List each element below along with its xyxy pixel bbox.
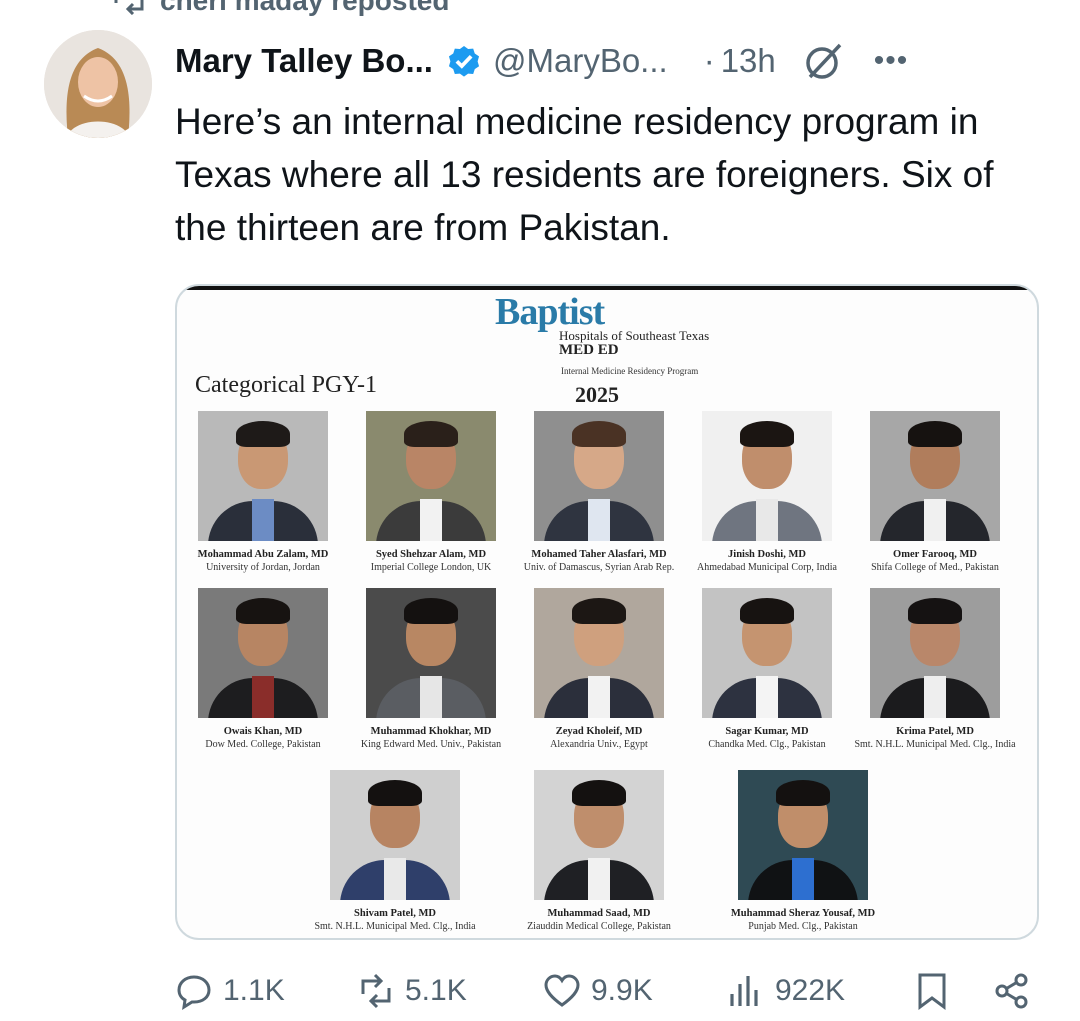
resident-photo [702,588,832,718]
views-icon [730,976,758,1006]
resident-name: Omer Farooq, MD [893,549,977,560]
avatar-image [44,30,152,138]
share-button[interactable] [993,972,1031,1010]
like-count: 9.9K [591,974,653,1007]
poster-top-rule [177,286,1037,290]
tweet-header: Mary Talley Bo... @MaryBo... · 13h ••• [175,36,908,86]
tweet-media-image[interactable]: Baptist Hospitals of Southeast Texas MED… [175,284,1039,940]
resident-school: Punjab Med. Clg., Pakistan [748,921,858,932]
resident-school: Ziauddin Medical College, Pakistan [527,921,671,932]
bookmark-icon [918,973,946,1010]
resident-photo [702,411,832,541]
reply-icon [177,975,211,1010]
resident-card: Muhammad Saad, MD Ziauddin Medical Colleg… [499,770,699,932]
repost-indicator: cheri maday reposted [112,0,449,16]
repost-button[interactable]: 5.1K [357,972,467,1010]
author-handle[interactable]: @MaryBo... [493,42,668,80]
logo-program: Internal Medicine Residency Program [561,366,699,376]
poster-year: 2025 [575,382,619,407]
reply-button[interactable]: 1.1K [175,972,285,1010]
logo-meded: MED ED [559,342,619,358]
residency-poster: Baptist Hospitals of Southeast Texas MED… [177,286,1037,938]
resident-name: Shivam Patel, MD [354,908,436,919]
resident-photo [198,411,328,541]
resident-school: Smt. N.H.L. Municipal Med. Clg., India [314,921,476,932]
tweet-actions: 1.1K 5.1K 9.9K 922K [175,972,1035,1020]
verified-badge-icon [448,45,480,77]
more-options-button[interactable]: ••• [874,44,909,78]
bookmark-button[interactable] [913,972,951,1010]
resident-name: Muhammad Sheraz Yousaf, MD [730,908,876,919]
grok-icon[interactable] [802,39,846,83]
resident-school: Smt. N.H.L. Municipal Med. Clg., India [854,739,1016,750]
like-button[interactable]: 9.9K [543,972,653,1010]
resident-name: Muhammad Saad, MD [547,908,651,919]
views-count: 922K [775,974,846,1007]
reply-count: 1.1K [223,974,285,1007]
resident-name: Krima Patel, MD [896,726,974,737]
resident-photo [870,411,1000,541]
heart-icon [544,974,580,1007]
views-button[interactable]: 922K [727,972,845,1010]
baptist-logo: Baptist Hospitals of Southeast Texas MED… [495,291,735,376]
resident-card: Omer Farooq, MD Shifa College of Med., Pa… [835,411,1035,573]
poster-heading: Categorical PGY-1 [195,372,377,398]
repost-action-icon [361,973,391,1009]
tweet-text: Here’s an internal medicine residency pr… [175,101,994,248]
repost-icon [114,0,144,15]
resident-photo [738,770,868,900]
repost-label: cheri maday reposted [160,0,450,16]
author-avatar[interactable] [44,30,152,138]
resident-photo [330,770,460,900]
resident-card: Muhammad Sheraz Yousaf, MD Punjab Med. Cl… [703,770,903,932]
resident-photo [870,588,1000,718]
author-name[interactable]: Mary Talley Bo... [175,42,433,80]
tweet-timestamp[interactable]: 13h [721,42,776,80]
repost-count: 5.1K [405,974,467,1007]
resident-photo [198,588,328,718]
resident-card: Krima Patel, MD Smt. N.H.L. Municipal Med… [835,588,1035,750]
separator-dot: · [703,42,715,79]
resident-photo [534,588,664,718]
logo-brand: Baptist [495,291,605,333]
share-icon [995,973,1028,1009]
resident-card: Shivam Patel, MD Smt. N.H.L. Municipal Me… [295,770,495,932]
resident-photo [534,770,664,900]
resident-photo [534,411,664,541]
resident-photo [366,588,496,718]
resident-school: Shifa College of Med., Pakistan [871,562,999,573]
resident-photo [366,411,496,541]
